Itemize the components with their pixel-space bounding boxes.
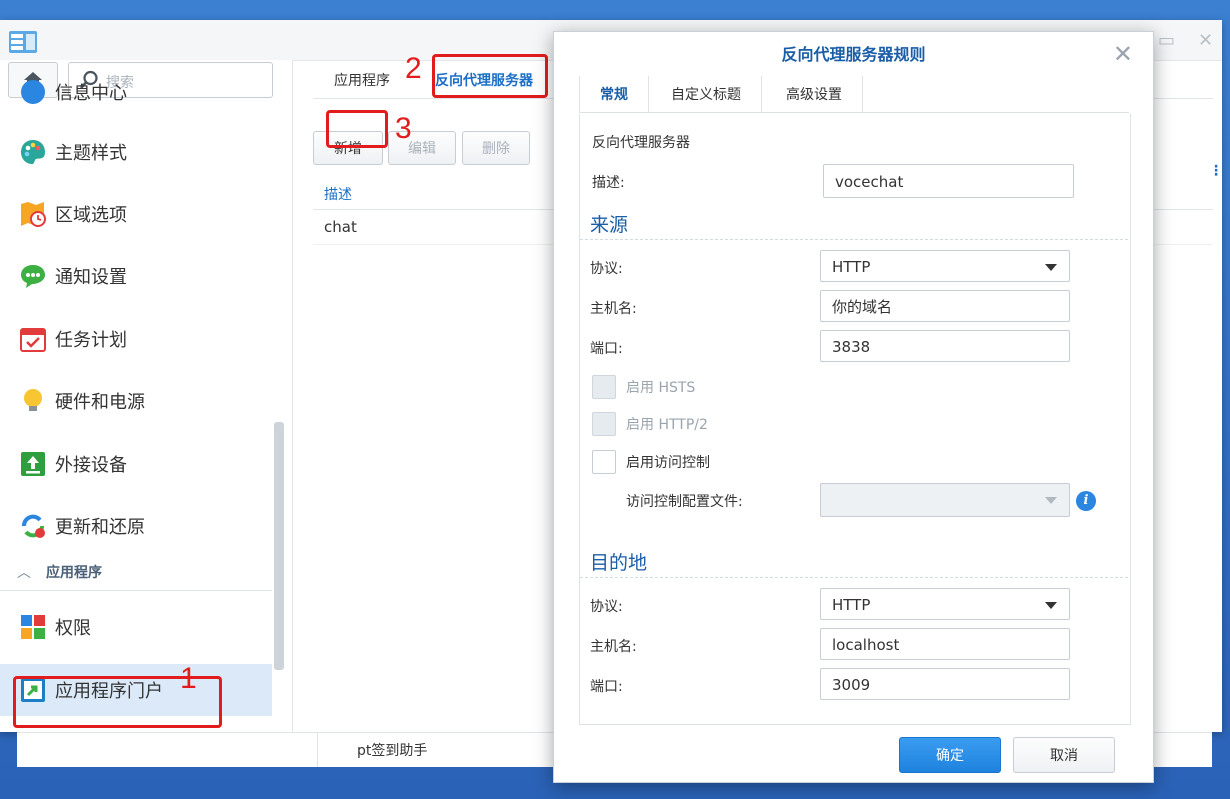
palette-icon	[21, 140, 45, 164]
enable-http2-checkbox[interactable]	[592, 412, 616, 436]
destination-protocol-select[interactable]: HTTP	[820, 588, 1070, 620]
destination-port-input[interactable]: 3009	[820, 668, 1070, 700]
sidebar-item-theme[interactable]: 主题样式	[0, 126, 272, 178]
close-window-button[interactable]: ✕	[1198, 30, 1213, 51]
sidebar-item-info-center[interactable]: 信息中心	[0, 66, 272, 118]
info-icon[interactable]: i	[1076, 491, 1096, 511]
annotation-number-3: 3	[395, 112, 412, 145]
column-menu-icon[interactable]: ⋮	[1209, 163, 1223, 179]
source-heading: 来源	[590, 214, 629, 236]
calendar-check-icon	[20, 328, 46, 352]
sidebar-scrollbar[interactable]	[274, 422, 284, 670]
annotation-number-1: 1	[180, 662, 197, 695]
enable-access-control-checkbox[interactable]	[592, 450, 616, 474]
sidebar-item-label: 主题样式	[55, 143, 127, 164]
destination-protocol-label: 协议:	[590, 599, 623, 615]
sidebar-item-notification[interactable]: 通知设置	[0, 250, 272, 302]
source-protocol-label: 协议:	[590, 261, 623, 277]
source-port-label: 端口:	[590, 341, 623, 357]
chat-bubble-icon	[21, 265, 45, 288]
update-restore-icon	[22, 514, 45, 538]
dialog-body: 反向代理服务器 描述: vocechat 来源 协议: HTTP 主机名: 你的…	[579, 114, 1131, 725]
enable-http2-label: 启用 HTTP/2	[626, 417, 708, 433]
delete-button[interactable]: 删除	[462, 131, 530, 165]
source-port-input[interactable]: 3838	[820, 330, 1070, 362]
destination-hostname-input[interactable]: localhost	[820, 628, 1070, 660]
column-header-description[interactable]: 描述	[324, 184, 352, 204]
destination-port-label: 端口:	[590, 679, 623, 695]
access-profile-select[interactable]	[820, 483, 1070, 517]
reverse-proxy-rule-dialog: 反向代理服务器规则 ✕ 常规 自定义标题 高级设置 反向代理服务器 描述: vo…	[553, 31, 1154, 783]
enable-hsts-label: 启用 HSTS	[626, 380, 696, 396]
destination-heading: 目的地	[590, 552, 648, 574]
destination-hostname-label: 主机名:	[590, 639, 637, 655]
annotation-box-3	[326, 110, 388, 148]
sidebar-group-label: 应用程序	[46, 565, 102, 581]
divider	[580, 239, 1128, 240]
sidebar-item-hardware[interactable]: 硬件和电源	[0, 375, 272, 427]
tab-advanced-settings[interactable]: 高级设置	[766, 76, 863, 112]
sidebar-group-applications[interactable]: ︿ 应用程序	[0, 552, 272, 591]
sidebar-item-label: 外接设备	[55, 455, 127, 476]
divider	[317, 733, 318, 767]
dialog-tabs: 常规 自定义标题 高级设置	[579, 76, 1129, 113]
sidebar-item-label: 权限	[55, 618, 91, 639]
lightbulb-icon	[24, 389, 42, 411]
sidebar-item-privileges[interactable]: 权限	[0, 601, 272, 653]
control-panel-app-icon	[9, 31, 37, 53]
grid-apps-icon	[21, 615, 45, 639]
chevron-up-icon: ︿	[17, 565, 31, 581]
info-center-icon	[21, 80, 45, 104]
annotation-box-2	[432, 54, 548, 98]
external-device-icon	[21, 452, 45, 476]
cancel-button[interactable]: 取消	[1013, 737, 1115, 773]
background-list-item[interactable]: pt签到助手	[357, 740, 427, 760]
tab-general[interactable]: 常规	[579, 76, 649, 112]
source-protocol-select[interactable]: HTTP	[820, 250, 1070, 282]
sidebar-item-label: 硬件和电源	[55, 392, 145, 413]
sidebar-item-external-devices[interactable]: 外接设备	[0, 438, 272, 490]
dialog-title: 反向代理服务器规则	[781, 45, 926, 64]
intro-label: 反向代理服务器	[592, 135, 690, 151]
close-icon[interactable]: ✕	[1113, 40, 1133, 68]
annotation-number-2: 2	[405, 52, 422, 85]
access-profile-label: 访问控制配置文件:	[626, 494, 743, 510]
sidebar: 搜索 信息中心 主题样式 区域选项 通知设置 任务计划 硬件和电源 外接设备 更…	[0, 60, 293, 732]
description-label: 描述:	[592, 175, 625, 191]
sidebar-item-region[interactable]: 区域选项	[0, 188, 272, 240]
sidebar-item-label: 信息中心	[55, 83, 127, 104]
enable-hsts-checkbox[interactable]	[592, 375, 616, 399]
sidebar-item-label: 更新和还原	[55, 517, 145, 538]
description-input[interactable]: vocechat	[823, 164, 1074, 198]
sidebar-item-label: 通知设置	[55, 267, 127, 288]
row-description: chat	[324, 218, 357, 236]
sidebar-item-label: 任务计划	[55, 330, 127, 351]
tab-applications[interactable]: 应用程序	[334, 70, 390, 90]
source-hostname-label: 主机名:	[590, 301, 637, 317]
ok-button[interactable]: 确定	[899, 737, 1001, 773]
sidebar-item-task-scheduler[interactable]: 任务计划	[0, 313, 272, 365]
source-hostname-input[interactable]: 你的域名	[820, 290, 1070, 322]
minimize-window-button[interactable]: ▭	[1158, 30, 1175, 51]
sidebar-item-update-restore[interactable]: 更新和还原	[0, 500, 272, 552]
region-map-icon	[21, 202, 46, 227]
sidebar-item-label: 区域选项	[55, 205, 127, 226]
tab-custom-header[interactable]: 自定义标题	[651, 76, 762, 112]
enable-access-control-label: 启用访问控制	[626, 455, 710, 471]
divider	[580, 577, 1128, 578]
